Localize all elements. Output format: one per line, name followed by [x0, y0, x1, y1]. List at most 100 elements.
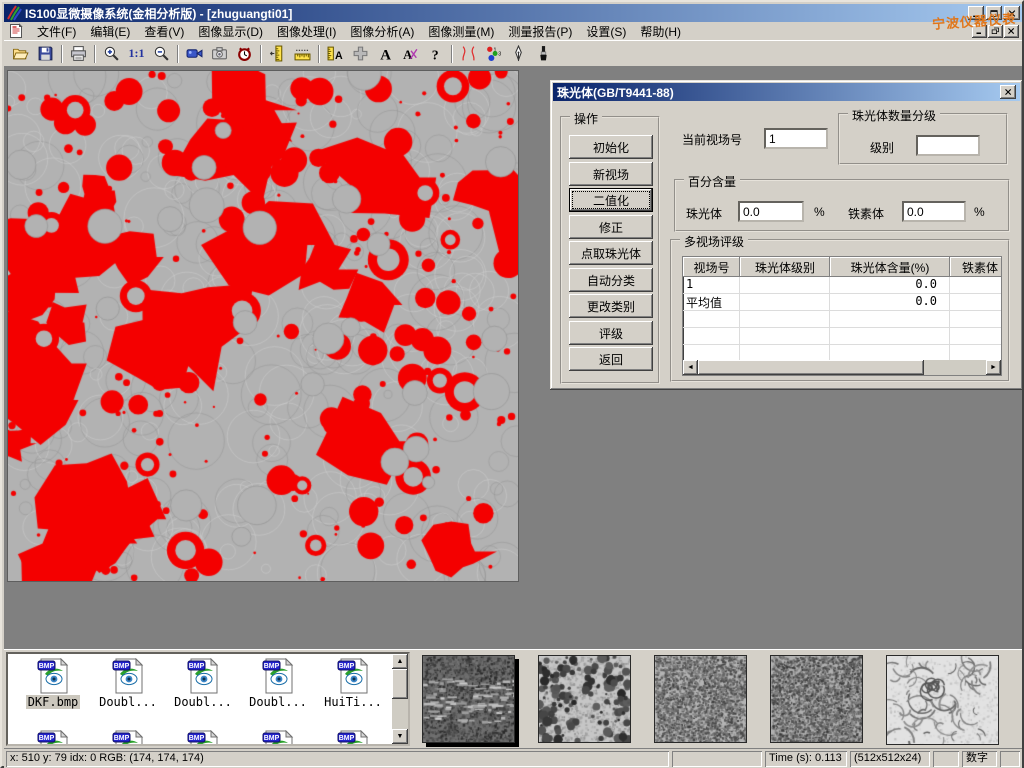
scroll-left-button[interactable]: ◄: [683, 360, 698, 375]
file-list[interactable]: BMP DKF.bmp BMP Doubl... BMP Doubl: [6, 652, 410, 746]
thumbnail-1[interactable]: [422, 655, 515, 743]
grid-align-button[interactable]: [348, 42, 373, 65]
brush-tool-button[interactable]: [531, 42, 556, 65]
caliper-measure-button[interactable]: [265, 42, 290, 65]
text-button[interactable]: A: [373, 42, 398, 65]
text-edit-button[interactable]: A: [398, 42, 423, 65]
thumbnail-5[interactable]: [886, 655, 999, 745]
mdi-close-button[interactable]: [1004, 25, 1019, 38]
svg-text:BMP: BMP: [114, 735, 130, 742]
save-button[interactable]: [33, 42, 58, 65]
zoom-in-button[interactable]: [99, 42, 124, 65]
multi-field-group-label: 多视场评级: [680, 233, 748, 250]
return-button[interactable]: 返回: [569, 347, 653, 371]
pick-pearlite-button[interactable]: 点取珠光体: [569, 241, 653, 265]
dialog-title-bar[interactable]: 珠光体(GB/T9441-88): [553, 83, 1020, 101]
menu-image-process[interactable]: 图像处理(I): [270, 21, 343, 42]
document-icon[interactable]: [8, 23, 24, 39]
actual-size-button[interactable]: 1:1: [124, 42, 149, 65]
file-item-row2[interactable]: BMP: [18, 730, 88, 746]
thumbnail-4[interactable]: [770, 655, 863, 743]
scroll-right-button[interactable]: ►: [986, 360, 1001, 375]
mdi-minimize-button[interactable]: [972, 25, 987, 38]
table-h-scrollbar[interactable]: ◄ ►: [683, 360, 1001, 375]
scroll-down-button[interactable]: ▼: [392, 729, 408, 744]
rating-table[interactable]: 视场号 珠光体级别 珠光体含量(%) 铁素体 1 0.0 平均值 0.0: [682, 256, 1002, 376]
table-row[interactable]: 1 0.0: [683, 277, 1001, 294]
curve-tool-button[interactable]: [456, 42, 481, 65]
ferrite-percent-input[interactable]: [902, 201, 966, 222]
pen-tool-button[interactable]: [506, 42, 531, 65]
correct-button[interactable]: 修正: [569, 215, 653, 239]
help-button[interactable]: ?: [423, 42, 448, 65]
file-label: DKF.bmp: [26, 695, 81, 709]
scrollbar-track[interactable]: [924, 360, 986, 375]
mdi-restore-button[interactable]: [988, 25, 1003, 38]
grade-button[interactable]: 评级: [569, 321, 653, 345]
scroll-up-button[interactable]: ▲: [392, 654, 408, 669]
menu-image-measure[interactable]: 图像测量(M): [421, 21, 501, 42]
current-field-input[interactable]: [764, 128, 828, 149]
menu-report[interactable]: 测量报告(P): [501, 21, 579, 42]
timer-button[interactable]: [232, 42, 257, 65]
new-field-button[interactable]: 新视场: [569, 162, 653, 186]
close-button[interactable]: [1004, 6, 1020, 20]
file-item-row2[interactable]: BMP: [318, 730, 388, 746]
open-button[interactable]: [8, 42, 33, 65]
file-list-v-scrollbar[interactable]: ▲ ▼: [392, 654, 408, 744]
classify-button[interactable]: 1 3: [481, 42, 506, 65]
file-item-dkf[interactable]: BMP DKF.bmp: [18, 658, 88, 709]
menu-image-analysis[interactable]: 图像分析(A): [343, 21, 421, 42]
brush-icon: [535, 45, 552, 62]
file-item-doubl-2[interactable]: BMP Doubl...: [168, 658, 238, 709]
minimize-button[interactable]: [968, 6, 984, 20]
scrollbar-thumb[interactable]: [392, 669, 408, 699]
table-row[interactable]: 平均值 0.0: [683, 294, 1001, 311]
menu-file[interactable]: 文件(F): [30, 21, 83, 42]
file-item-row2[interactable]: BMP: [93, 730, 163, 746]
file-label: Doubl...: [247, 695, 309, 709]
ruler-measure-button[interactable]: [290, 42, 315, 65]
menu-view[interactable]: 查看(V): [137, 21, 191, 42]
file-item-doubl-3[interactable]: BMP Doubl...: [243, 658, 313, 709]
binarize-button[interactable]: 二值化: [569, 188, 653, 212]
print-button[interactable]: [66, 42, 91, 65]
menu-settings[interactable]: 设置(S): [579, 21, 633, 42]
menu-help[interactable]: 帮助(H): [633, 21, 688, 42]
header-pearlite-pct[interactable]: 珠光体含量(%): [830, 257, 950, 277]
file-item-row2[interactable]: BMP: [168, 730, 238, 746]
auto-classify-button[interactable]: 自动分类: [569, 268, 653, 292]
change-class-button[interactable]: 更改类别: [569, 294, 653, 318]
menu-edit[interactable]: 编辑(E): [83, 21, 137, 42]
maximize-button[interactable]: [986, 6, 1002, 20]
mdi-window-controls: [971, 25, 1019, 38]
letter-a-edit-icon: A: [402, 45, 419, 62]
cell-grade: [740, 277, 830, 294]
pen-nib-icon: [510, 45, 527, 62]
file-item-row2[interactable]: BMP: [243, 730, 313, 746]
micrograph-image[interactable]: [7, 70, 519, 582]
dialog-close-button[interactable]: [1000, 85, 1016, 99]
pearlite-dialog: 珠光体(GB/T9441-88) 操作 初始化 新视场 二值化 修正 点取珠光体…: [550, 80, 1023, 390]
header-ferrite[interactable]: 铁素体: [950, 257, 1002, 277]
header-pearlite-grade[interactable]: 珠光体级别: [740, 257, 830, 277]
measure-annotate-button[interactable]: A: [323, 42, 348, 65]
grade-input[interactable]: [916, 135, 980, 156]
header-field-no[interactable]: 视场号: [683, 257, 740, 277]
thumbnail-2[interactable]: [538, 655, 631, 743]
svg-text:BMP: BMP: [39, 663, 55, 670]
toolbar-separator: [61, 45, 63, 63]
camera-capture-button[interactable]: [207, 42, 232, 65]
pearlite-percent-input[interactable]: [738, 201, 804, 222]
scrollbar-thumb[interactable]: [698, 360, 924, 375]
table-row-empty: [683, 311, 1001, 328]
file-item-doubl-1[interactable]: BMP Doubl...: [93, 658, 163, 709]
file-item-huiti[interactable]: BMP HuiTi...: [318, 658, 388, 709]
menu-image-display[interactable]: 图像显示(D): [191, 21, 270, 42]
video-capture-button[interactable]: [182, 42, 207, 65]
zoom-out-button[interactable]: [149, 42, 174, 65]
video-camera-icon: [186, 45, 203, 62]
initialize-button[interactable]: 初始化: [569, 135, 653, 159]
thumbnail-3[interactable]: [654, 655, 747, 743]
svg-text:BMP: BMP: [39, 735, 55, 742]
